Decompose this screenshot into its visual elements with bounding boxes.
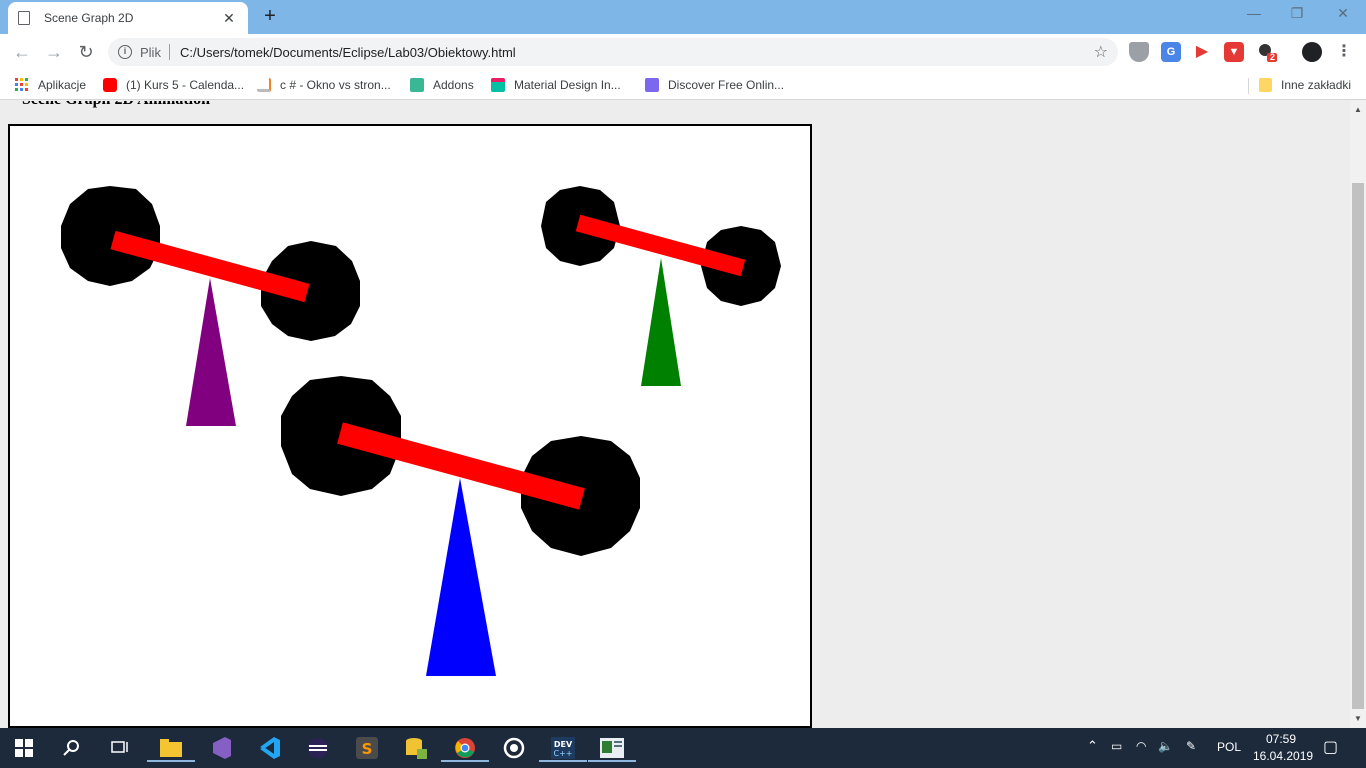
- scroll-thumb[interactable]: [1352, 183, 1364, 709]
- active-indicator: [147, 760, 195, 762]
- bookmark-stackoverflow[interactable]: c # - Okno vs stron...: [257, 76, 391, 94]
- notifications-icon[interactable]: ▢: [1323, 737, 1338, 757]
- layers-icon: [491, 78, 505, 92]
- stackoverflow-icon: [257, 78, 271, 92]
- new-tab-button[interactable]: +: [259, 5, 281, 27]
- youtube-icon: [103, 78, 117, 92]
- scene-svg: [61, 186, 781, 676]
- svg-text:DEV: DEV: [554, 740, 573, 749]
- browser-tab[interactable]: Scene Graph 2D ✕: [8, 2, 248, 34]
- visual-studio-icon[interactable]: [206, 734, 234, 762]
- battery-icon[interactable]: ▭: [1111, 739, 1122, 753]
- bookmark-label: Inne zakładki: [1281, 78, 1352, 92]
- folder-icon: [1259, 78, 1272, 92]
- restore-button[interactable]: ❐: [1287, 5, 1307, 22]
- tab-title: Scene Graph 2D: [44, 11, 134, 25]
- apps-grid-icon: [15, 78, 29, 92]
- wifi-icon[interactable]: ◠: [1136, 739, 1146, 753]
- clock-time[interactable]: 07:59: [1266, 732, 1296, 746]
- scroll-down-arrow[interactable]: ▼: [1350, 712, 1366, 726]
- forward-icon[interactable]: →: [42, 40, 66, 64]
- address-separator: [168, 44, 170, 60]
- windows-taskbar: S DEV C++ ⌃ ▭ ◠ 🔈 ✎ POL 07:59 16.04.2019 …: [0, 728, 1366, 768]
- bookmarks-bar: Aplikacje (1) Kurs 5 - Calenda... c # - …: [0, 70, 1366, 100]
- pen-icon[interactable]: ✎: [1186, 739, 1196, 753]
- play-icon[interactable]: ▶: [1192, 42, 1212, 62]
- active-indicator: [588, 760, 636, 762]
- scroll-up-arrow[interactable]: ▲: [1350, 103, 1366, 117]
- volume-icon[interactable]: 🔈: [1158, 739, 1173, 753]
- bookmark-material-design[interactable]: Material Design In...: [491, 76, 621, 94]
- bookmark-label: Discover Free Onlin...: [668, 78, 785, 92]
- eclipse-icon[interactable]: [304, 734, 332, 762]
- bookmark-other-folder[interactable]: Inne zakładki: [1259, 76, 1351, 94]
- info-icon[interactable]: i: [118, 45, 132, 59]
- bookmark-label: Addons: [433, 78, 474, 92]
- back-icon[interactable]: ←: [10, 40, 34, 64]
- address-scheme: Plik: [140, 44, 161, 60]
- devc-icon[interactable]: DEV C++: [539, 734, 587, 762]
- address-url[interactable]: C:/Users/tomek/Documents/Eclipse/Lab03/O…: [180, 45, 1094, 60]
- pocket-icon[interactable]: ▼: [1224, 42, 1244, 62]
- puzzle-icon: [410, 78, 424, 92]
- bookmark-label: c # - Okno vs stron...: [280, 78, 391, 92]
- file-explorer-icon[interactable]: [147, 734, 195, 762]
- page-icon: [18, 11, 30, 25]
- active-indicator: [539, 760, 587, 762]
- browser-toolbar: ← → ↻ i Plik C:/Users/tomek/Documents/Ec…: [0, 34, 1366, 70]
- bookmark-youtube[interactable]: (1) Kurs 5 - Calenda...: [103, 76, 244, 94]
- database-tool-icon[interactable]: [402, 734, 430, 762]
- sublime-text-icon[interactable]: S: [353, 734, 381, 762]
- mass-left-top: [61, 186, 160, 286]
- language-indicator[interactable]: POL: [1217, 740, 1241, 754]
- task-view-icon[interactable]: [106, 734, 134, 762]
- purple-stand: [186, 278, 236, 426]
- bookmark-label: (1) Kurs 5 - Calenda...: [126, 78, 245, 92]
- bookmarks-separator: [1248, 78, 1249, 94]
- blue-stand: [426, 478, 496, 676]
- reload-icon[interactable]: ↻: [74, 40, 98, 64]
- clock-date[interactable]: 16.04.2019: [1253, 749, 1313, 763]
- bookmark-addons[interactable]: Addons: [410, 76, 474, 94]
- svg-text:S: S: [362, 740, 373, 758]
- page-content: Scene Graph 2D Animation: [0, 101, 1350, 728]
- menu-icon[interactable]: ⋮: [1334, 42, 1354, 62]
- tab-close-icon[interactable]: ✕: [220, 10, 238, 27]
- chrome-icon[interactable]: [441, 734, 489, 762]
- svg-text:C++: C++: [554, 749, 573, 758]
- address-bar[interactable]: i Plik C:/Users/tomek/Documents/Eclipse/…: [108, 38, 1118, 66]
- green-stand: [641, 258, 681, 386]
- star-icon[interactable]: ☆: [1094, 42, 1108, 62]
- vscode-icon[interactable]: [255, 734, 283, 762]
- bookmark-label: Material Design In...: [514, 78, 621, 92]
- circle-app-icon[interactable]: [500, 734, 528, 762]
- tray-chevron-icon[interactable]: ⌃: [1087, 738, 1098, 754]
- minimize-button[interactable]: —: [1244, 5, 1264, 21]
- bookmark-discover[interactable]: Discover Free Onlin...: [645, 76, 784, 94]
- windows-start-icon[interactable]: [10, 734, 38, 762]
- bookmark-apps[interactable]: Aplikacje: [15, 76, 86, 94]
- bookmark-label: Aplikacje: [38, 78, 87, 92]
- search-icon[interactable]: [58, 734, 86, 762]
- presentation-app-icon[interactable]: [588, 734, 636, 762]
- page-scrollbar[interactable]: ▲ ▼: [1350, 101, 1366, 728]
- scene-canvas[interactable]: [8, 124, 812, 728]
- translate-icon[interactable]: G: [1161, 42, 1181, 62]
- calculator-icon: [645, 78, 659, 92]
- close-window-button[interactable]: ✕: [1333, 5, 1353, 22]
- title-bar: Scene Graph 2D ✕ + — ❐ ✕: [0, 0, 1366, 34]
- profile-avatar-icon[interactable]: [1302, 42, 1322, 62]
- extension-badge: 2: [1270, 52, 1276, 62]
- page-heading: Scene Graph 2D Animation: [22, 101, 210, 109]
- active-indicator: [441, 760, 489, 762]
- shield-icon[interactable]: [1129, 42, 1149, 62]
